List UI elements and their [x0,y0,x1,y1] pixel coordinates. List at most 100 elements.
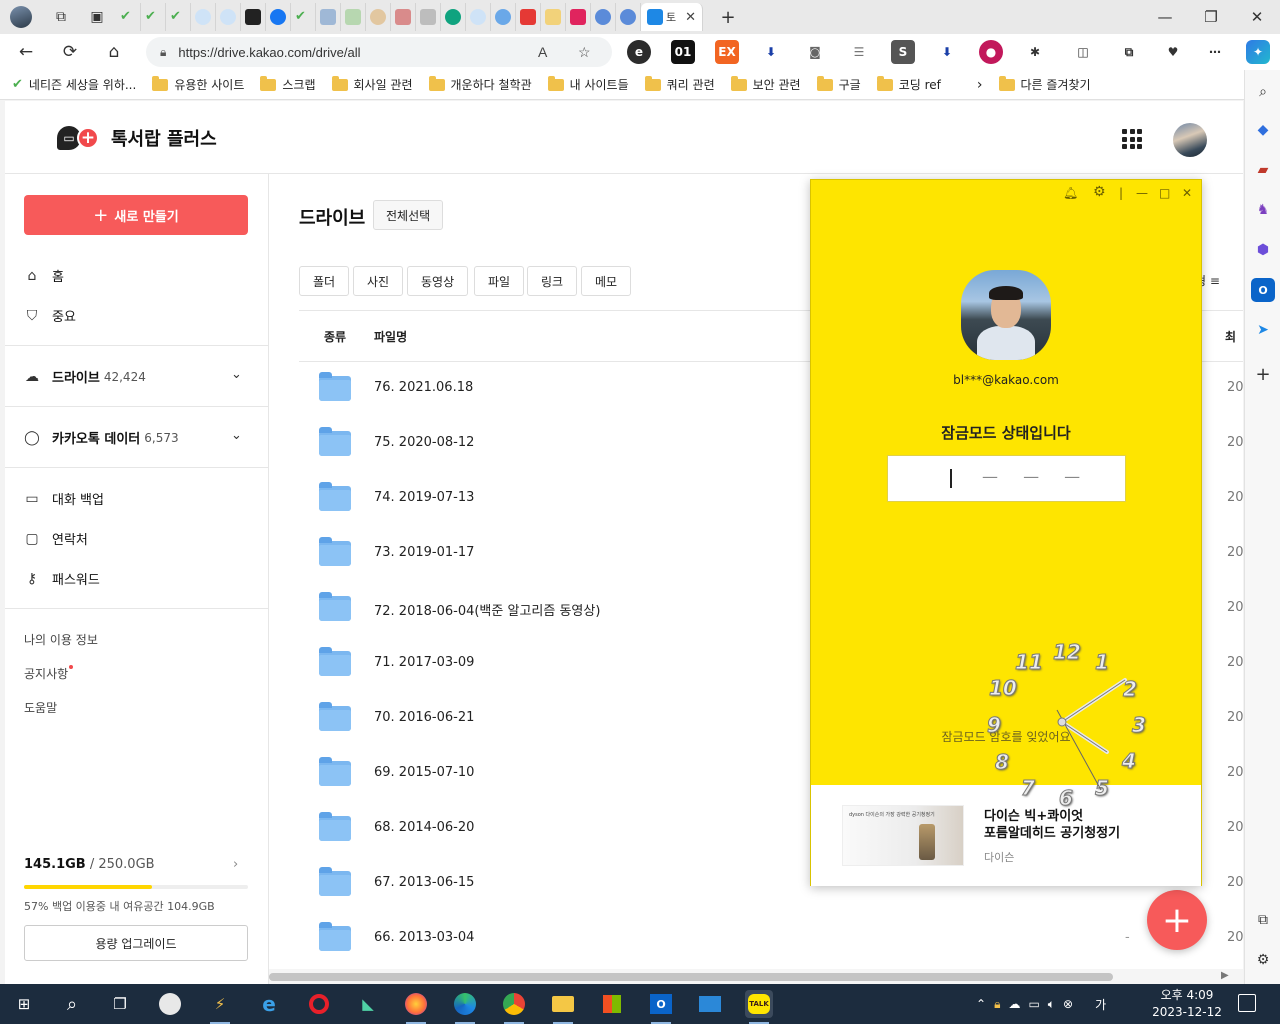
taskbar-clock[interactable]: 오후 4:09 2023-12-12 [1150,987,1224,1021]
help-link[interactable]: 도움말 [24,699,57,716]
copilot-icon[interactable]: ✦ [1246,40,1270,64]
nav-important[interactable]: ⛉ 중요 [24,306,76,326]
maximize-icon[interactable]: □ [1159,186,1170,200]
split-screen-icon[interactable]: ◫ [1071,40,1095,64]
browser-tab[interactable] [541,3,566,31]
table-row[interactable]: 66. 2013-03-04-20 [299,911,1243,966]
logo[interactable]: ▭ + 톡서랍 플러스 [57,125,217,151]
nav-password[interactable]: ⚷ 패스워드 [24,569,100,589]
favorite-folder[interactable]: 구글 [816,75,861,93]
filter-video[interactable]: 동영상 [407,266,469,296]
profile-avatar-icon[interactable] [8,4,34,30]
browser-tab[interactable] [441,3,466,31]
performance-icon[interactable]: ♥ [1161,40,1185,64]
extension-icon[interactable]: ● [979,40,1003,64]
upgrade-storage-button[interactable]: 용량 업그레이드 [24,925,248,961]
rss-icon[interactable]: ☰ [847,40,871,64]
refresh-icon[interactable]: ⟳ [52,37,88,67]
favorite-folder[interactable]: 내 사이트들 [547,75,629,93]
browser-tab[interactable] [316,3,341,31]
tools-icon[interactable]: ▰ [1251,158,1275,182]
nav-kakaotalk-data[interactable]: ◯ 카카오톡 데이터 6,573 [24,428,178,448]
chevron-down-icon[interactable]: ⌄ [231,367,242,382]
games-icon[interactable]: ♞ [1251,198,1275,222]
filter-memo[interactable]: 메모 [581,266,632,296]
download-icon[interactable]: ⬇ [935,40,959,64]
favorite-star-icon[interactable]: ☆ [578,44,591,61]
browser-tab[interactable] [566,3,591,31]
my-usage-link[interactable]: 나의 이용 정보 [24,631,98,648]
terminal-icon[interactable]: ⚡ [206,990,234,1024]
more-menu-icon[interactable]: ⋯ [1203,40,1227,64]
browser-tab[interactable] [391,3,416,31]
filter-folder[interactable]: 폴더 [299,266,350,296]
tab-actions-icon[interactable]: ▣ [84,4,110,30]
browser-tab[interactable] [191,3,216,31]
browser-tab[interactable]: ✔ [141,3,166,31]
nav-home[interactable]: ⌂ 홈 [24,266,64,286]
col-modified[interactable]: 최 [1225,328,1236,345]
network-icon[interactable]: ▭ [1028,997,1039,1011]
puzzle-extensions-icon[interactable]: ✱ [1023,40,1047,64]
close-icon[interactable]: ✕ [1182,186,1192,200]
chevron-right-icon[interactable]: › [233,857,238,872]
workspaces-icon[interactable]: ⧉ [48,4,74,30]
notice-link[interactable]: 공지사항 [24,665,74,682]
apps-grid-icon[interactable] [1122,129,1142,149]
extension-icon[interactable]: 01 [671,40,695,64]
restore-icon[interactable]: ❐ [1188,0,1234,34]
opera-icon[interactable] [305,990,333,1018]
select-all-button[interactable]: 전체선택 [373,200,444,230]
volume-icon[interactable]: 🔈︎ [1048,997,1055,1012]
add-sidebar-icon[interactable]: + [1251,362,1275,386]
open-external-icon[interactable]: ⧉ [1251,908,1275,932]
favorite-link[interactable]: ✔ 네티즌 세상을 위하... [12,76,136,93]
store-icon[interactable] [598,990,626,1018]
horizontal-scrollbar[interactable]: ▶ [269,969,1243,984]
outlook-icon[interactable]: O [1251,278,1275,302]
extension-icon[interactable]: EX [715,40,739,64]
col-name[interactable]: 파일명 [374,328,407,345]
close-window-icon[interactable]: ✕ [1234,0,1280,34]
internet-explorer-icon[interactable]: e [255,990,283,1018]
chrome-icon[interactable] [500,990,528,1024]
camera-icon[interactable]: ◙ [803,40,827,64]
tray-overflow-icon[interactable]: ⌃ [976,997,986,1011]
bell-icon[interactable]: 🔔︎ [1063,186,1078,200]
storage-amount[interactable]: 145.1GB / 250.0GB [24,857,155,872]
minimize-icon[interactable]: — [1142,0,1188,34]
ime-indicator[interactable]: 가 [1095,996,1106,1013]
collections-icon[interactable]: ⧉ [1117,40,1141,64]
favorite-folder[interactable]: 코딩 ref [876,75,941,93]
browser-tab[interactable]: ✔ [291,3,316,31]
clock-app-icon[interactable] [156,990,184,1018]
close-tab-icon[interactable]: ✕ [685,10,696,25]
browser-tab[interactable] [416,3,441,31]
filter-photo[interactable]: 사진 [353,266,404,296]
filter-file[interactable]: 파일 [474,266,525,296]
new-tab-icon[interactable]: + [715,4,741,30]
favorite-folder[interactable]: 회사일 관련 [331,75,413,93]
cloud-icon[interactable]: ☁ [1008,997,1020,1011]
home-icon[interactable]: ⌂ [96,37,132,67]
browser-tab[interactable] [241,3,266,31]
sidebar-settings-icon[interactable]: ⚙ [1251,948,1275,972]
browser-tab[interactable] [341,3,366,31]
favorite-folder[interactable]: 스크랩 [260,75,316,93]
nav-drive[interactable]: ☁ 드라이브 42,424 [24,367,146,387]
favorite-folder[interactable]: 유용한 사이트 [152,75,244,93]
browser-tab[interactable] [516,3,541,31]
muted-icon[interactable]: ⊗ [1063,997,1073,1011]
browser-tab[interactable] [466,3,491,31]
search-icon[interactable]: ⌕ [1251,80,1275,104]
browser-tab[interactable] [366,3,391,31]
favorites-overflow-icon[interactable]: › [977,77,983,93]
favorite-folder[interactable]: 개운하다 철학관 [428,75,532,93]
floating-add-button[interactable]: + [1147,890,1207,950]
read-aloud-icon[interactable]: A [538,44,547,60]
scroll-right-arrow-icon[interactable]: ▶ [1221,970,1229,981]
windows-start-icon[interactable]: ⊞ [10,990,38,1018]
other-favorites-folder[interactable]: 다른 즐겨찾기 [998,75,1091,93]
app-icon[interactable]: ◣ [354,990,382,1018]
kakaotalk-icon[interactable]: TALK [745,990,773,1024]
